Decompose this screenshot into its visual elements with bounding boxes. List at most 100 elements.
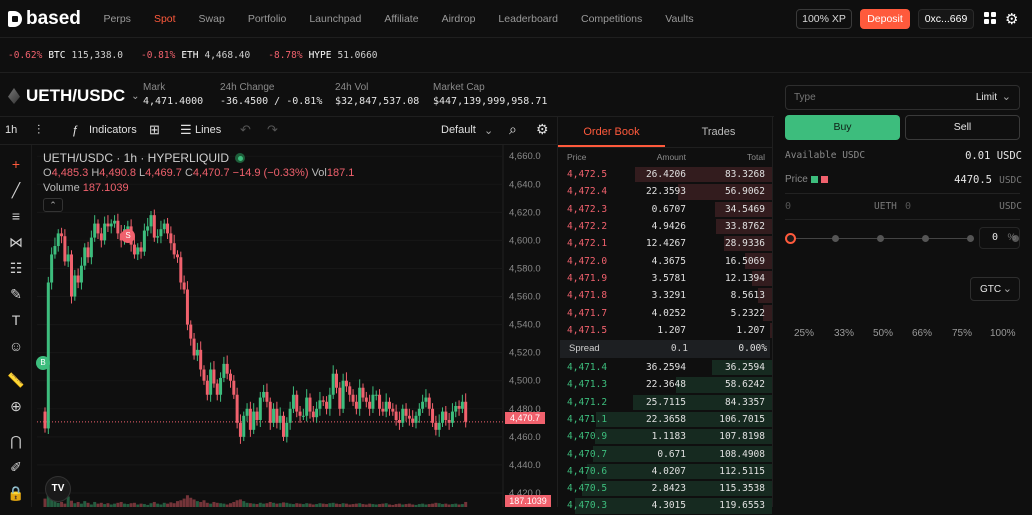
tif-select[interactable]: GTC ⌄ xyxy=(970,277,1020,301)
tradingview-logo-icon[interactable]: TV xyxy=(45,476,71,502)
zoom-search-icon[interactable]: ⌕ xyxy=(509,121,517,138)
nav-link-launchpad[interactable]: Launchpad xyxy=(298,13,373,25)
horizontal-lines-icon[interactable]: ≡ xyxy=(7,207,25,225)
nav-link-swap[interactable]: Swap xyxy=(187,13,236,25)
text-tool-icon[interactable]: T xyxy=(7,311,25,329)
percent-shortcut[interactable]: 66% xyxy=(912,328,932,339)
total-input[interactable]: 0 xyxy=(905,201,911,212)
amount-input[interactable]: 0 xyxy=(785,201,791,212)
lock-icon[interactable]: 🔒 xyxy=(7,484,25,502)
candlestick-chart-svg[interactable]: 4,660.0 4,640.0 4,620.0 4,600.0 4,580.0 4,560… xyxy=(33,145,557,507)
bid-row[interactable]: 4,471.4 36.2594 36.2594 xyxy=(558,359,772,376)
lines-icon[interactable]: ☰ xyxy=(180,122,192,138)
nav-link-spot[interactable]: Spot xyxy=(142,13,187,25)
chart-settings-icon[interactable]: ⚙ xyxy=(536,121,549,138)
xp-button[interactable]: 100% XP xyxy=(796,9,852,29)
nav-link-vaults[interactable]: Vaults xyxy=(654,13,705,25)
ask-price-icon[interactable] xyxy=(820,176,828,183)
nav-link-leaderboard[interactable]: Leaderboard xyxy=(487,13,570,25)
pattern-icon[interactable]: ⋈ xyxy=(7,233,25,251)
ask-row[interactable]: 4,471.8 3.3291 8.5613 xyxy=(558,287,772,304)
bid-row[interactable]: 4,471.2 25.7115 84.3357 xyxy=(558,394,772,411)
brand-logo[interactable]: based xyxy=(8,8,81,30)
slider-tick[interactable] xyxy=(922,235,929,242)
redo-icon[interactable]: ↷ xyxy=(267,122,278,138)
magnet-icon[interactable]: ⋂ xyxy=(7,432,25,450)
ask-row[interactable]: 4,472.0 4.3675 16.5069 xyxy=(558,252,772,269)
volume-bar xyxy=(222,503,226,507)
ask-row[interactable]: 4,471.5 1.207 1.207 xyxy=(558,322,772,339)
layout-select[interactable]: Default xyxy=(441,124,476,136)
bid-row[interactable]: 4,470.9 1.1183 107.8198 xyxy=(558,428,772,445)
nav-link-airdrop[interactable]: Airdrop xyxy=(430,13,487,25)
ask-row[interactable]: 4,472.5 26.4206 83.3268 xyxy=(558,166,772,183)
bid-row[interactable]: 4,471.1 22.3658 106.7015 xyxy=(558,411,772,428)
volume-bar xyxy=(119,501,123,507)
ask-row[interactable]: 4,472.2 4.9426 33.8762 xyxy=(558,218,772,235)
percent-shortcut[interactable]: 50% xyxy=(873,328,893,339)
ask-row[interactable]: 4,472.3 0.6707 34.5469 xyxy=(558,201,772,218)
apps-grid-icon[interactable] xyxy=(984,12,996,24)
percent-shortcut[interactable]: 75% xyxy=(952,328,972,339)
deposit-button[interactable]: Deposit xyxy=(860,9,910,29)
indicators-button[interactable]: Indicators xyxy=(89,124,137,136)
zoom-in-icon[interactable]: ⊕ xyxy=(7,397,25,415)
bid-row[interactable]: 4,470.3 4.3015 119.6553 xyxy=(558,497,772,514)
bid-price-icon[interactable] xyxy=(810,176,818,183)
brush-icon[interactable]: ✎ xyxy=(7,285,25,303)
ask-row[interactable]: 4,472.4 22.3593 56.9062 xyxy=(558,183,772,200)
nav-link-portfolio[interactable]: Portfolio xyxy=(236,13,298,25)
slider-tick[interactable] xyxy=(877,235,884,242)
price-input[interactable]: 4470.5 xyxy=(954,174,992,186)
order-type-select[interactable]: Type Limit ⌄ xyxy=(785,85,1020,110)
sell-marker[interactable]: S xyxy=(121,229,135,243)
ticker-item[interactable]: -0.81% ETH 4,468.40 xyxy=(141,50,250,61)
percent-shortcut[interactable]: 25% xyxy=(794,328,814,339)
percent-shortcut[interactable]: 33% xyxy=(834,328,854,339)
settings-gear-icon[interactable]: ⚙ xyxy=(1005,10,1018,28)
emoji-icon[interactable]: ☺ xyxy=(7,337,25,355)
price-chart[interactable]: 4,660.0 4,640.0 4,620.0 4,600.0 4,580.0 4,560… xyxy=(33,145,557,507)
ask-row[interactable]: 4,472.1 12.4267 28.9336 xyxy=(558,235,772,252)
volume-bar xyxy=(232,501,236,507)
undo-icon[interactable]: ↶ xyxy=(240,122,251,138)
nav-link-competitions[interactable]: Competitions xyxy=(569,13,653,25)
sell-button[interactable]: Sell xyxy=(905,115,1020,140)
crosshair-icon[interactable]: + xyxy=(7,155,25,173)
nav-link-perps[interactable]: Perps xyxy=(92,13,142,25)
buy-marker[interactable]: B xyxy=(36,356,50,370)
tab-order-book[interactable]: Order Book xyxy=(558,117,665,147)
candle-body xyxy=(176,254,179,258)
ruler-icon[interactable]: 📏 xyxy=(7,371,25,389)
candle-type-icon[interactable]: ⫶ xyxy=(37,122,40,138)
collapse-legend-button[interactable]: ⌃ xyxy=(43,198,63,212)
ticker-item[interactable]: -8.78% HYPE 51.0660 xyxy=(268,50,377,61)
tab-trades[interactable]: Trades xyxy=(665,117,772,147)
ask-row[interactable]: 4,471.9 3.5781 12.1394 xyxy=(558,270,772,287)
volume-bar xyxy=(268,501,272,507)
pair-selector[interactable]: UETH/USDC ⌄ xyxy=(8,86,140,106)
trendline-icon[interactable]: ╱ xyxy=(7,181,25,199)
lock-drawing-icon[interactable]: ✐ xyxy=(7,458,25,476)
slider-tick[interactable] xyxy=(967,235,974,242)
buy-button[interactable]: Buy xyxy=(785,115,900,140)
bid-row[interactable]: 4,470.7 0.671 108.4908 xyxy=(558,445,772,462)
layout-grid-icon[interactable]: ⊞ xyxy=(149,122,160,138)
candle-body xyxy=(388,401,391,409)
ask-row[interactable]: 4,471.7 4.0252 5.2322 xyxy=(558,304,772,321)
bid-row[interactable]: 4,471.3 22.3648 58.6242 xyxy=(558,376,772,393)
bid-row[interactable]: 4,470.5 2.8423 115.3538 xyxy=(558,480,772,497)
indicators-icon[interactable]: ƒ xyxy=(72,123,79,137)
ticker-item[interactable]: -0.62% BTC 115,338.0 xyxy=(8,50,123,61)
percent-shortcut[interactable]: 100% xyxy=(990,328,1016,339)
interval-button[interactable]: 1h xyxy=(5,124,17,136)
candle-body xyxy=(311,411,315,418)
slider-tick[interactable] xyxy=(832,235,839,242)
percent-input[interactable]: 0 % xyxy=(979,227,1020,249)
wallet-button[interactable]: 0xc...669 xyxy=(918,9,974,29)
fib-icon[interactable]: ☷ xyxy=(7,259,25,277)
lines-button[interactable]: Lines xyxy=(195,124,221,136)
slider-handle[interactable] xyxy=(785,233,796,244)
nav-link-affiliate[interactable]: Affiliate xyxy=(373,13,430,25)
bid-row[interactable]: 4,470.6 4.0207 112.5115 xyxy=(558,463,772,480)
